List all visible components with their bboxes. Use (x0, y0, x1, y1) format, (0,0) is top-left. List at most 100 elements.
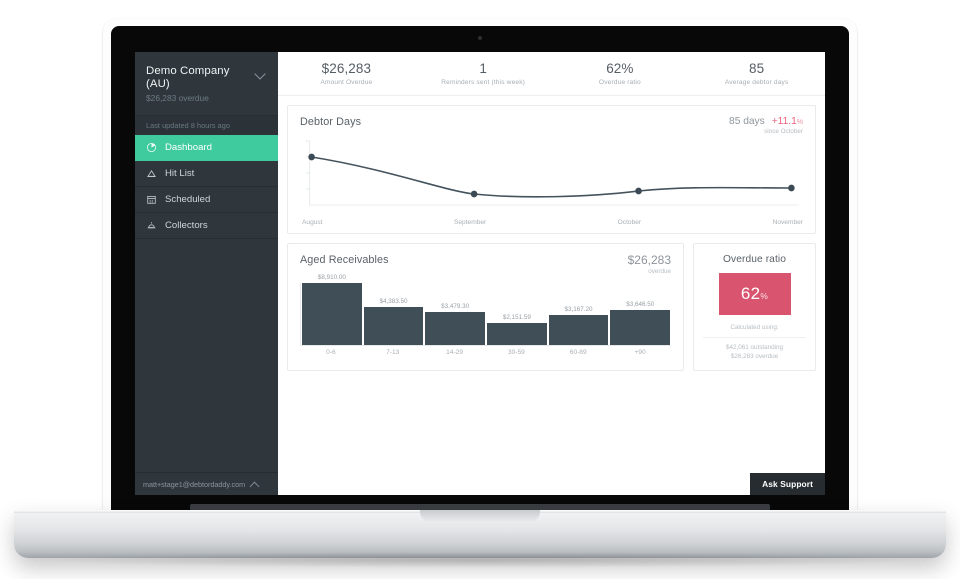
bar-category-label: 0-6 (326, 349, 336, 356)
aged-receivables-total-wrap: $26,283 overdue (627, 253, 671, 276)
line-chart-svg (305, 140, 800, 206)
summary-stats-bar: $26,283 Amount Overdue 1 Reminders sent … (278, 52, 825, 96)
debtor-days-line-chart: August September October November (300, 139, 803, 227)
bar-category-label: 30-59 (507, 349, 525, 356)
browser-viewport: Demo Company (AU) $26,283 overdue Last u… (135, 52, 825, 495)
bar[interactable]: $8,910.00 (301, 274, 363, 345)
aged-receivables-card: Aged Receivables $26,283 overdue $8,910.… (287, 243, 684, 371)
delta-unit: % (796, 119, 803, 126)
data-point (635, 187, 642, 195)
bar-column: $3,646.50 (609, 283, 672, 345)
aged-receivables-bar-chart: $8,910.00 $4,383.50 $3,479.30 $2,151.59 … (300, 274, 672, 346)
stat-value: $26,283 (321, 61, 372, 76)
stat-value: 1 (479, 61, 487, 76)
debtor-days-value: 85 days (729, 116, 765, 127)
company-overdue-amount: $26,283 overdue (146, 93, 209, 103)
bar[interactable]: $4,383.50 (362, 298, 425, 345)
bell-icon (146, 220, 157, 231)
sidebar-item-hit-list[interactable]: Hit List (135, 161, 278, 187)
x-tick-label: November (772, 219, 803, 226)
overdue-ratio-title: Overdue ratio (722, 254, 787, 265)
line-series (310, 156, 793, 198)
aged-receivables-header: Aged Receivables $26,283 overdue (300, 253, 671, 276)
bar-chart-categories: 0-6 7-13 14-29 30-59 60-89 +90 (300, 349, 671, 356)
app-root: Demo Company (AU) $26,283 overdue Last u… (135, 52, 825, 495)
bar[interactable]: $3,167.20 (547, 306, 610, 345)
sidebar-item-label: Hit List (165, 168, 195, 179)
bar-category-label: 60-89 (569, 349, 587, 356)
laptop-shadow (40, 552, 920, 568)
company-text: Demo Company (AU) $26,283 overdue (146, 65, 255, 103)
bar-column: $3,479.30 (424, 283, 487, 345)
data-point (308, 153, 315, 161)
overdue-ratio-card: Overdue ratio 62% Calculated using: $42,… (693, 243, 816, 371)
bar-category-label: +90 (634, 349, 646, 356)
company-name: Demo Company (AU) (146, 65, 230, 90)
sidebar-item-collectors[interactable]: Collectors (135, 213, 278, 239)
sidebar-item-scheduled[interactable]: Scheduled (135, 187, 278, 213)
stat-value: 62% (606, 61, 634, 76)
dashboard-content: Debtor Days 85 days +11.1% since October (278, 96, 825, 371)
stat-amount-overdue: $26,283 Amount Overdue (278, 61, 415, 86)
sidebar-nav: Dashboard Hit List Scheduled Collectors (135, 135, 278, 239)
base-notch (420, 510, 540, 521)
line-chart-x-labels: August September October November (300, 217, 803, 226)
sidebar-item-label: Scheduled (165, 194, 211, 205)
ask-support-button[interactable]: Ask Support (750, 473, 825, 495)
stat-label: Amount Overdue (320, 79, 373, 86)
data-point (788, 184, 795, 192)
overdue-ratio-calc-label: Calculated using: (730, 324, 779, 331)
bar-column: $2,151.59 (486, 283, 548, 345)
debtor-days-summary: 85 days +11.1% since October (729, 116, 803, 135)
calendar-icon (146, 194, 157, 205)
percent-symbol: % (760, 291, 769, 301)
sidebar-spacer (135, 239, 278, 472)
target-list-icon (146, 168, 157, 179)
screenshot-stage: Demo Company (AU) $26,283 overdue Last u… (0, 0, 960, 579)
bar-value-label: $3,646.50 (626, 301, 655, 309)
overdue-amount: $26,283 overdue (730, 353, 779, 360)
company-selector[interactable]: Demo Company (AU) $26,283 overdue (135, 52, 278, 116)
main-content: $26,283 Amount Overdue 1 Reminders sent … (278, 52, 825, 495)
bar-column: $4,383.50 (362, 283, 425, 345)
debtor-days-header: Debtor Days 85 days +11.1% since October (300, 116, 803, 135)
account-email: matt+stage1@debtordaddy.com (143, 479, 246, 489)
laptop-screen-bezel: Demo Company (AU) $26,283 overdue Last u… (111, 26, 849, 512)
bar-value-label: $2,151.59 (502, 313, 531, 321)
debtor-days-delta: +11.1% (771, 116, 803, 127)
overdue-ratio-breakdown: $42,061 outstanding $26,283 overdue (703, 337, 806, 361)
x-tick-label: August (302, 219, 323, 226)
overdue-ratio-value: 62% (740, 284, 769, 303)
stat-overdue-ratio: 62% Overdue ratio (552, 61, 689, 86)
webcam-icon (478, 36, 482, 40)
stat-label: Reminders sent (this week) (441, 79, 526, 86)
aged-receivables-title: Aged Receivables (300, 254, 389, 266)
x-tick-label: September (453, 219, 487, 226)
aged-receivables-total-sub: overdue (648, 268, 671, 275)
debtor-days-since: since October (764, 128, 803, 135)
stat-label: Overdue ratio (598, 79, 641, 86)
account-menu[interactable]: matt+stage1@debtordaddy.com (135, 472, 278, 495)
stat-reminders-sent: 1 Reminders sent (this week) (415, 61, 552, 86)
bar[interactable]: $3,646.50 (609, 301, 672, 345)
bar-value-label: $8,910.00 (317, 274, 346, 281)
bar-value-label: $4,383.50 (379, 297, 408, 305)
chevron-up-icon[interactable] (250, 479, 260, 489)
laptop-lid: Demo Company (AU) $26,283 overdue Last u… (103, 18, 857, 518)
sidebar: Demo Company (AU) $26,283 overdue Last u… (135, 52, 278, 495)
last-updated-label: Last updated 8 hours ago (135, 116, 278, 135)
bar-column: $3,167.20 (547, 283, 610, 345)
sidebar-item-dashboard[interactable]: Dashboard (135, 135, 278, 161)
bar-value-label: $3,167.20 (564, 305, 593, 313)
debtor-days-value-line: 85 days +11.1% (729, 116, 803, 127)
bar-category-label: 7-13 (386, 349, 400, 356)
debtor-days-title: Debtor Days (300, 116, 362, 128)
chevron-down-icon[interactable] (255, 67, 268, 80)
bar[interactable]: $2,151.59 (486, 314, 548, 345)
outstanding-amount: $42,061 outstanding (725, 344, 784, 351)
bar[interactable]: $3,479.30 (424, 303, 487, 345)
bar-category-label: 14-29 (446, 349, 463, 356)
aged-receivables-total: $26,283 (627, 253, 671, 267)
overdue-ratio-value-box: 62% (718, 273, 791, 315)
bar-value-label: $3,479.30 (441, 303, 470, 311)
